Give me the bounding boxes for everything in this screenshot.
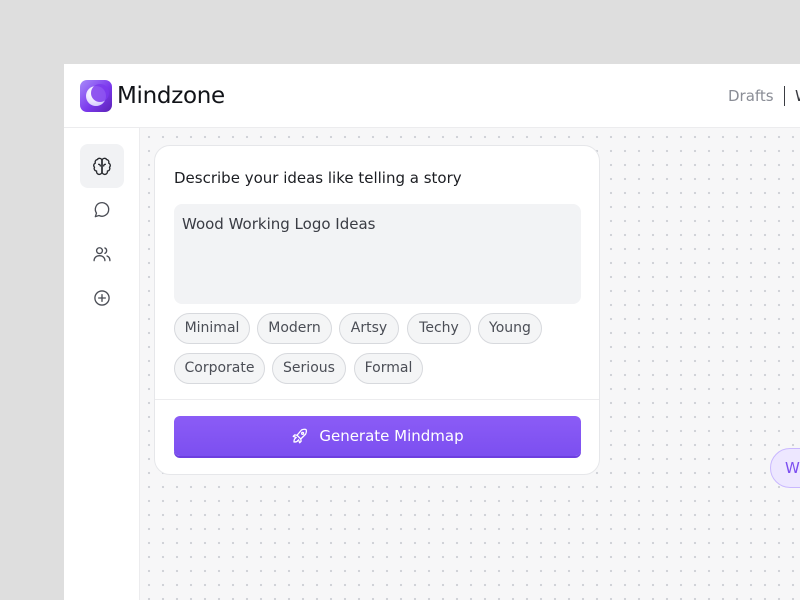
mindzone-logo-icon [80, 80, 112, 112]
mindmap-node[interactable]: W [770, 448, 800, 488]
sidebar-item-add[interactable] [80, 276, 124, 320]
generate-mindmap-label: Generate Mindmap [319, 427, 464, 445]
brain-icon [93, 157, 111, 176]
nav-drafts-link[interactable]: Drafts [728, 86, 774, 106]
tag-chip-artsy[interactable]: Artsy [339, 313, 399, 344]
sidebar [64, 128, 140, 600]
plus-circle-icon [94, 290, 110, 306]
prompt-card-title: Describe your ideas like telling a story [174, 169, 462, 187]
tag-chip-modern[interactable]: Modern [257, 313, 332, 344]
prompt-card: Describe your ideas like telling a story… [154, 145, 600, 475]
nav-divider [784, 86, 785, 106]
sidebar-item-mindmap[interactable] [80, 144, 124, 188]
card-divider [155, 399, 599, 400]
generate-mindmap-button[interactable]: Generate Mindmap [174, 416, 581, 456]
tag-chip-corporate[interactable]: Corporate [174, 353, 265, 384]
tag-chip-serious[interactable]: Serious [272, 353, 346, 384]
tag-chip-formal[interactable]: Formal [354, 353, 423, 384]
tag-chip-minimal[interactable]: Minimal [174, 313, 250, 344]
tag-chip-young[interactable]: Young [478, 313, 542, 344]
nav-next-link[interactable]: W [795, 86, 800, 106]
idea-prompt-input[interactable]: Wood Working Logo Ideas [174, 204, 581, 304]
tag-chip-techy[interactable]: Techy [407, 313, 471, 344]
mindmap-canvas[interactable]: Describe your ideas like telling a story… [140, 128, 800, 600]
chat-bubble-icon [94, 201, 110, 218]
users-icon [93, 247, 111, 262]
rocket-icon [292, 428, 308, 444]
sidebar-item-team[interactable] [80, 232, 124, 276]
app-window: Mindzone Drafts W [64, 64, 800, 600]
top-bar: Mindzone Drafts W [64, 64, 800, 128]
sidebar-item-chat[interactable] [80, 188, 124, 232]
app-name: Mindzone [117, 83, 225, 109]
